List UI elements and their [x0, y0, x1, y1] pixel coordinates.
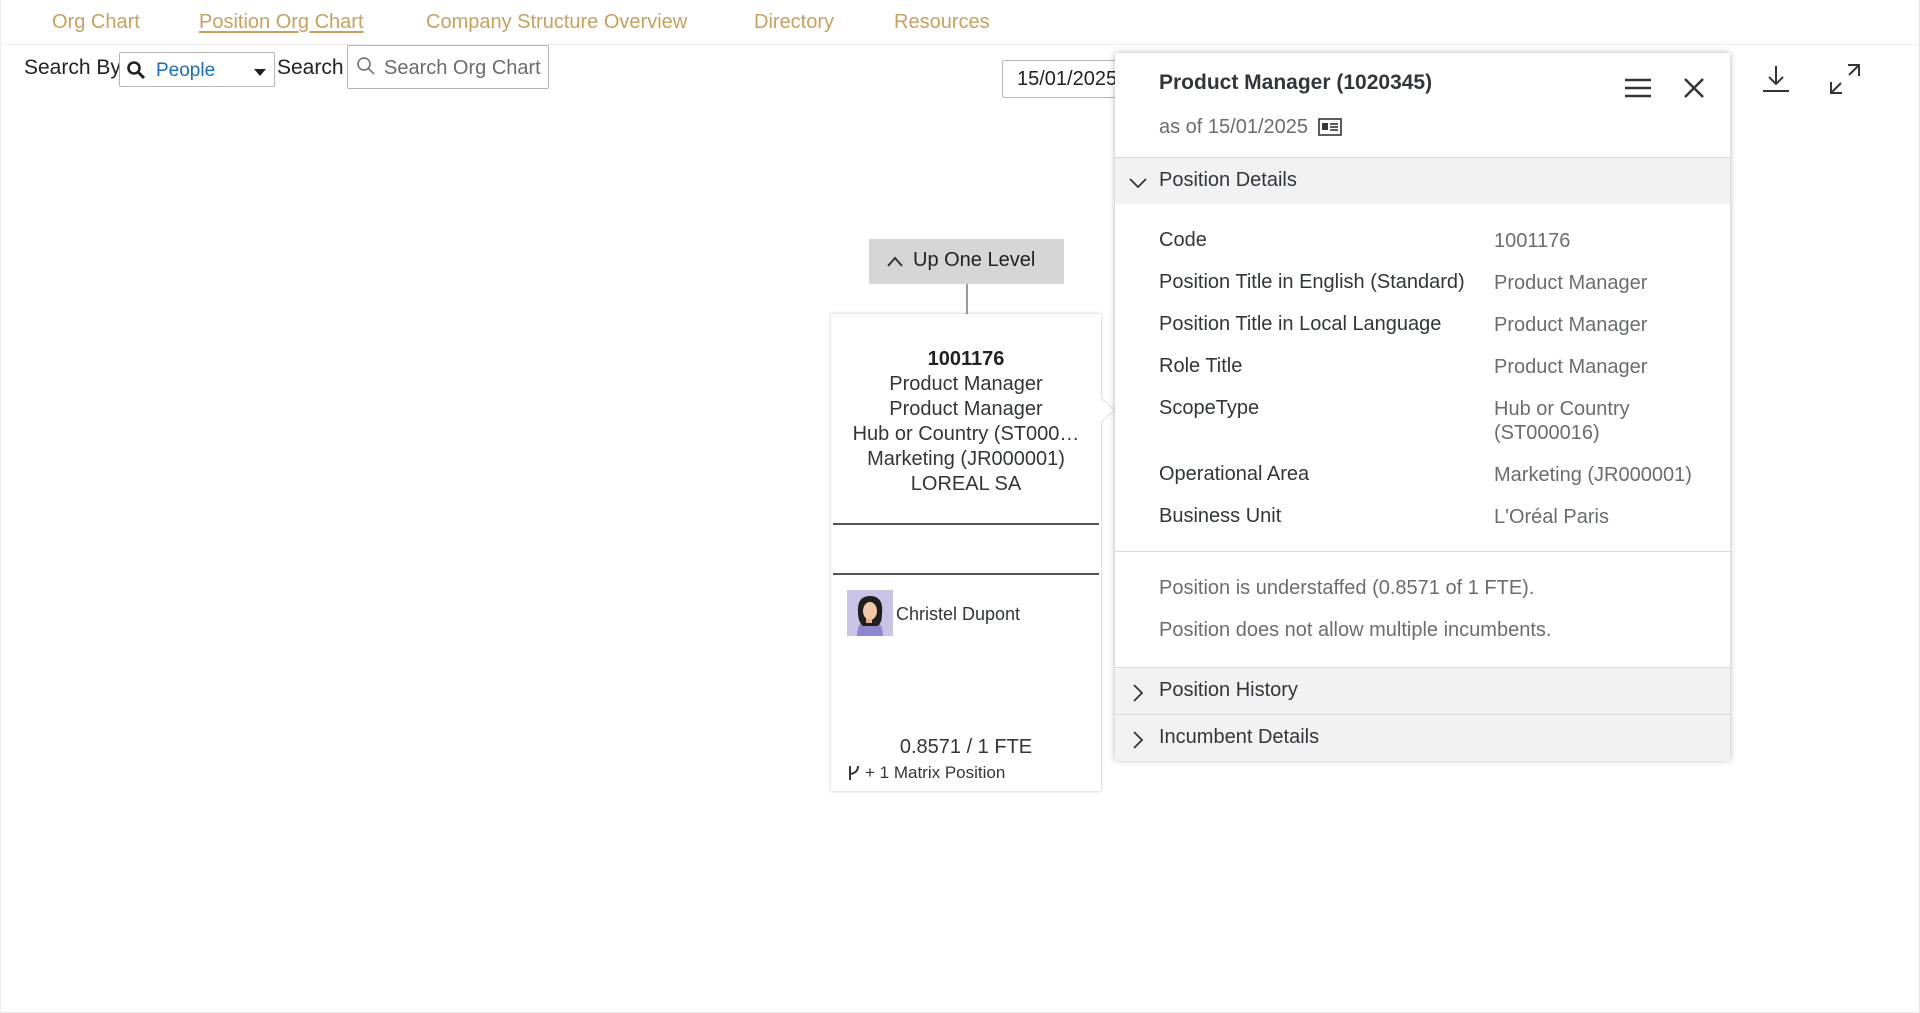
tab-resources[interactable]: Resources [894, 11, 990, 34]
detail-key: Position Title in Local Language [1159, 313, 1442, 335]
up-one-level-label: Up One Level [913, 249, 1036, 271]
popover-as-of: as of 15/01/2025 [1159, 116, 1342, 139]
tab-position-org-chart[interactable]: Position Org Chart [199, 11, 364, 34]
tab-company-structure-overview[interactable]: Company Structure Overview [426, 11, 687, 34]
up-one-level-button[interactable]: Up One Level [869, 239, 1064, 284]
chevron-right-icon [1133, 731, 1144, 749]
section-position-history[interactable]: Position History [1115, 668, 1730, 714]
section-incumbent-details[interactable]: Incumbent Details [1115, 715, 1730, 761]
branch-icon [849, 765, 859, 780]
matrix-position-label: + 1 Matrix Position [865, 763, 1006, 782]
menu-icon[interactable] [1623, 73, 1653, 103]
incumbent-name[interactable]: Christel Dupont [896, 604, 1020, 625]
search-by-value: People [156, 60, 216, 81]
chevron-down-icon [254, 69, 266, 76]
detail-value: Product Manager [1494, 356, 1648, 378]
popover-divider [1115, 551, 1730, 552]
chevron-down-icon [1129, 178, 1147, 189]
popover-pointer [1101, 398, 1115, 422]
detail-key: Code [1159, 229, 1207, 251]
detail-value: 1001176 [1494, 230, 1571, 252]
section-position-details-label: Position Details [1159, 169, 1297, 191]
detail-value: Marketing (JR000001) [1494, 464, 1692, 486]
connector-line [966, 284, 968, 314]
section-position-details[interactable]: Position Details [1115, 158, 1730, 204]
fte-value: 0.8571 / 1 FTE [899, 736, 1033, 758]
position-quickcard: Product Manager (1020345) as of 15/01/20… [1115, 53, 1730, 761]
detail-key: Position Title in English (Standard) [1159, 271, 1465, 293]
avatar[interactable] [847, 590, 893, 636]
section-position-history-label: Position History [1159, 679, 1298, 701]
download-icon[interactable] [1759, 62, 1793, 96]
card-divider [833, 573, 1099, 575]
position-card[interactable]: 1001176 Product Manager Product Manager … [831, 314, 1101, 791]
position-code: 1001176 [927, 348, 1005, 370]
chevron-right-icon [1133, 684, 1144, 702]
search-label: Search [277, 56, 344, 79]
fullscreen-icon[interactable] [1828, 62, 1862, 96]
detail-value: Hub or Country (ST000016) [1494, 398, 1630, 444]
avatar-illustration [847, 590, 893, 636]
position-title-local: Product Manager [889, 398, 1043, 420]
search-by-select[interactable]: People [119, 52, 275, 87]
date-picker[interactable]: 15/01/2025 [1002, 60, 1122, 98]
tab-org-chart[interactable]: Org Chart [52, 11, 140, 34]
detail-key: Operational Area [1159, 463, 1310, 485]
position-scope: Hub or Country (ST000… [852, 423, 1080, 445]
top-navigation: Org Chart Position Org Chart Company Str… [0, 0, 1920, 45]
detail-value: Product Manager [1494, 314, 1648, 336]
position-title: Product Manager [889, 373, 1043, 395]
detail-value: Product Manager [1494, 272, 1648, 294]
search-by-label: Search By [24, 56, 121, 79]
detail-key: Role Title [1159, 355, 1243, 377]
tab-directory[interactable]: Directory [754, 11, 834, 34]
popover-title: Product Manager (1020345) [1159, 71, 1433, 94]
matrix-position-link[interactable]: + 1 Matrix Position [847, 763, 1005, 783]
search-icon [127, 61, 146, 80]
chevron-up-icon [887, 256, 903, 267]
id-card-icon[interactable] [1318, 118, 1342, 136]
date-value: 15/01/2025 [1017, 68, 1118, 90]
search-input[interactable]: Search Org Chart [347, 45, 549, 89]
detail-key: Business Unit [1159, 505, 1282, 527]
card-divider [833, 523, 1099, 525]
detail-value: L'Oréal Paris [1494, 506, 1609, 528]
section-incumbent-details-label: Incumbent Details [1159, 726, 1320, 748]
understaffed-message: Position is understaffed (0.8571 of 1 FT… [1159, 577, 1535, 599]
detail-key: ScopeType [1159, 397, 1260, 419]
magnifier-icon [357, 57, 375, 75]
position-company: LOREAL SA [910, 473, 1022, 495]
multiple-incumbents-message: Position does not allow multiple incumbe… [1159, 619, 1552, 641]
position-operational-area: Marketing (JR000001) [867, 448, 1065, 470]
as-of-date: as of 15/01/2025 [1159, 116, 1309, 138]
close-icon[interactable] [1679, 73, 1709, 103]
search-placeholder: Search Org Chart [384, 57, 541, 79]
